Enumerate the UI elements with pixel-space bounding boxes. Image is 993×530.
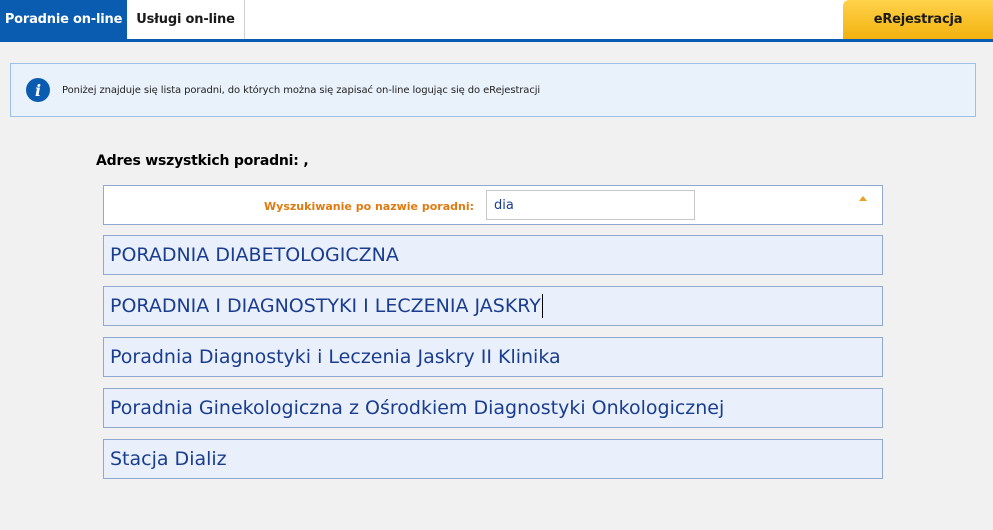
- tab-uslugi-online[interactable]: Usługi on-line: [127, 0, 245, 39]
- address-heading: Adres wszystkich poradni: ,: [96, 153, 309, 169]
- search-label: Wyszukiwanie po nazwie poradni:: [264, 200, 474, 213]
- clinic-item[interactable]: PORADNIA DIABETOLOGICZNA: [103, 235, 883, 275]
- info-message: i Poniżej znajduje się lista poradni, do…: [10, 63, 976, 117]
- clinic-name: Poradnia Diagnostyki i Leczenia Jaskry I…: [110, 346, 561, 368]
- clinic-name: Stacja Dializ: [110, 448, 227, 470]
- text-cursor: [541, 294, 543, 318]
- eregistration-button[interactable]: eRejestracja: [843, 0, 993, 39]
- top-navigation: Poradnie on-line Usługi on-line eRejestr…: [0, 0, 993, 42]
- info-icon: i: [26, 78, 50, 102]
- clinic-item[interactable]: Stacja Dializ: [103, 439, 883, 479]
- eregistration-label: eRejestracja: [873, 12, 963, 27]
- clinic-name: Poradnia Ginekologiczna z Ośrodkiem Diag…: [110, 397, 725, 419]
- clinic-name: PORADNIA I DIAGNOSTYKI I LECZENIA JASKRY: [110, 295, 541, 317]
- search-panel: Wyszukiwanie po nazwie poradni:: [103, 185, 883, 225]
- tab-poradnie-online[interactable]: Poradnie on-line: [0, 0, 127, 39]
- info-text: Poniżej znajduje się lista poradni, do k…: [62, 84, 541, 96]
- clinic-name: PORADNIA DIABETOLOGICZNA: [110, 244, 399, 266]
- collapse-arrow-icon[interactable]: [859, 196, 867, 201]
- search-input[interactable]: [486, 190, 695, 220]
- tab-label: Usługi on-line: [136, 12, 235, 27]
- clinic-item[interactable]: PORADNIA I DIAGNOSTYKI I LECZENIA JASKRY: [103, 286, 883, 326]
- tab-label: Poradnie on-line: [4, 12, 123, 27]
- clinic-item[interactable]: Poradnia Ginekologiczna z Ośrodkiem Diag…: [103, 388, 883, 428]
- clinic-item[interactable]: Poradnia Diagnostyki i Leczenia Jaskry I…: [103, 337, 883, 377]
